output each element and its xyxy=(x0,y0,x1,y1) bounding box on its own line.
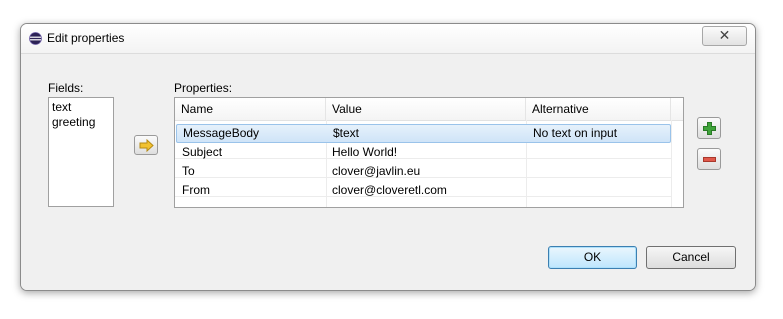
table-row[interactable]: To clover@javlin.eu xyxy=(175,162,671,181)
cell-name[interactable]: MessageBody xyxy=(177,125,259,142)
arrow-right-icon xyxy=(139,139,154,152)
close-icon: ✕ xyxy=(718,27,731,43)
cell-alternative[interactable] xyxy=(526,143,532,162)
ok-button[interactable]: OK xyxy=(548,246,637,269)
eclipse-icon xyxy=(29,32,42,45)
column-header-alternative[interactable]: Alternative xyxy=(526,98,671,120)
close-button[interactable]: ✕ xyxy=(702,26,747,46)
map-field-button[interactable] xyxy=(134,135,158,155)
add-property-button[interactable] xyxy=(697,117,721,139)
cell-name[interactable]: Subject xyxy=(176,143,222,162)
table-row[interactable]: Subject Hello World! xyxy=(175,143,671,162)
remove-property-button[interactable] xyxy=(697,148,721,170)
cell-value[interactable]: clover@javlin.eu xyxy=(326,162,420,181)
cell-value[interactable]: clover@cloveretl.com xyxy=(326,181,447,200)
list-item[interactable]: text xyxy=(52,100,110,115)
list-item[interactable]: greeting xyxy=(52,115,110,130)
cell-alternative[interactable] xyxy=(526,162,532,181)
cell-value[interactable]: Hello World! xyxy=(326,143,397,162)
properties-label: Properties: xyxy=(174,81,233,95)
fields-label: Fields: xyxy=(48,81,84,95)
cancel-button[interactable]: Cancel xyxy=(646,246,736,269)
edit-properties-dialog: Edit properties ✕ Fields: Properties: te… xyxy=(20,23,756,291)
column-header-value[interactable]: Value xyxy=(326,98,526,120)
cell-alternative[interactable]: No text on input xyxy=(527,125,617,142)
fields-list[interactable]: text greeting xyxy=(48,97,114,207)
properties-table[interactable]: Name Value Alternative MessageBody $text… xyxy=(174,97,684,208)
title-bar[interactable]: Edit properties ✕ xyxy=(21,24,755,53)
dialog-title: Edit properties xyxy=(47,31,125,45)
table-header: Name Value Alternative xyxy=(175,98,683,121)
cell-alternative[interactable] xyxy=(526,181,532,200)
minus-icon xyxy=(703,157,716,162)
plus-icon xyxy=(703,122,716,135)
cell-name[interactable]: To xyxy=(176,162,195,181)
table-row[interactable]: From clover@cloveretl.com xyxy=(175,181,671,200)
column-header-name[interactable]: Name xyxy=(175,98,326,120)
cell-value[interactable]: $text xyxy=(327,125,359,142)
grid-divider xyxy=(671,120,672,207)
table-row[interactable]: MessageBody $text No text on input xyxy=(176,124,671,143)
cell-name[interactable]: From xyxy=(176,181,210,200)
